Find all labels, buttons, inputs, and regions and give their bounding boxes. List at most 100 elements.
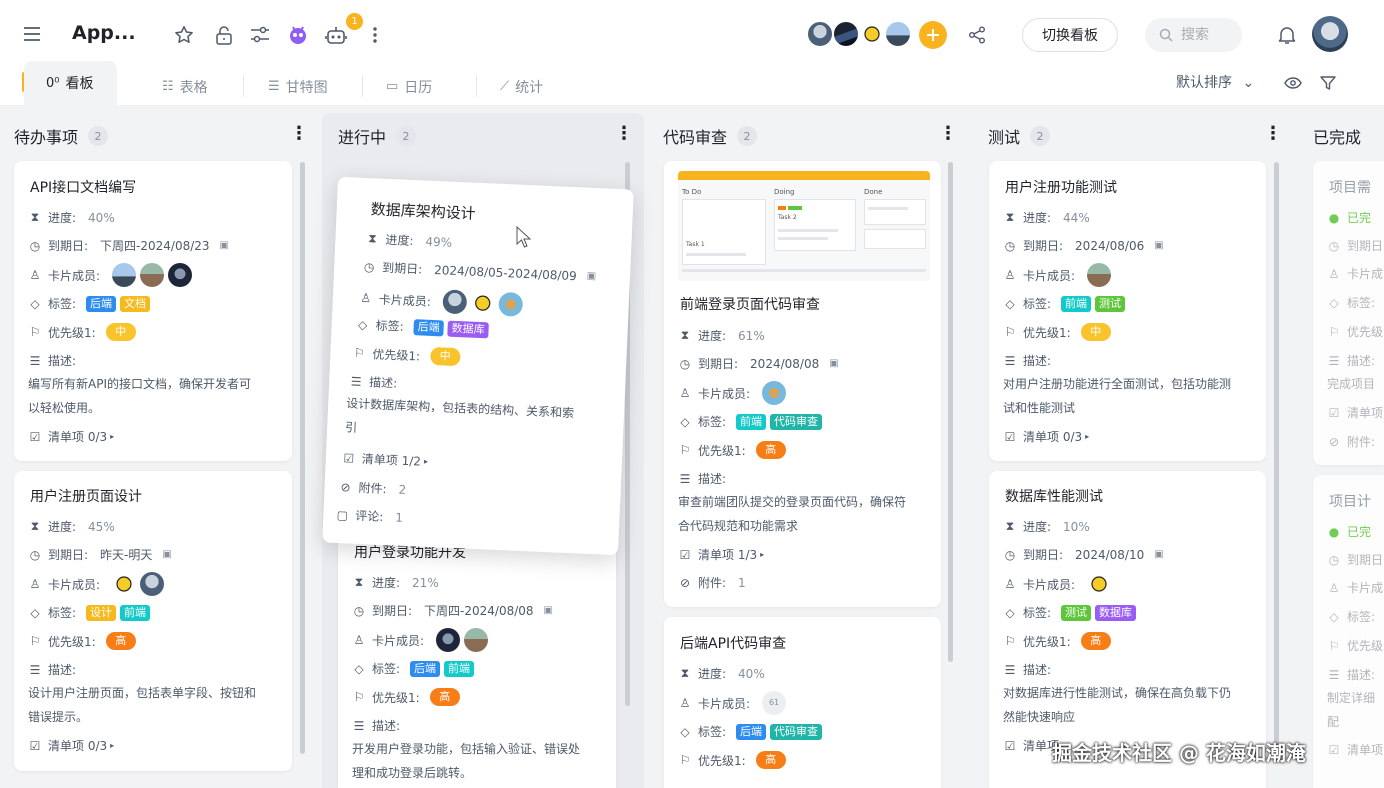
alien-icon[interactable] [285,22,311,48]
user-avatar[interactable] [1312,16,1348,52]
column-scrollbar[interactable] [948,162,953,662]
search-input[interactable] [1181,27,1241,43]
avatar[interactable] [112,572,137,596]
priority-badge[interactable]: 中 [105,323,136,341]
avatar[interactable] [470,290,496,316]
switch-board-button[interactable]: 切换看板 [1022,18,1118,52]
search-box[interactable] [1145,18,1242,52]
tag[interactable]: 前端 [736,413,767,430]
tag[interactable]: 测试 [1061,604,1092,621]
chevron-down-icon: ⌄ [1242,75,1255,91]
avatar[interactable] [832,20,860,48]
filter-icon[interactable] [1318,73,1338,93]
tab-calendar[interactable]: ▭ 日历 [386,68,432,105]
calendar-icon[interactable]: ▣ [162,549,171,560]
tag[interactable]: 代码审查 [770,723,823,740]
share-icon[interactable] [966,24,988,46]
add-member-button[interactable] [919,21,947,49]
eye-icon[interactable] [1283,73,1303,93]
column-more-icon[interactable]: ⋮ [615,125,633,143]
calendar-icon[interactable]: ▣ [587,271,597,282]
calendar-icon[interactable]: ▣ [829,358,838,369]
clock-icon: ◷ [353,603,365,618]
tab-stats[interactable]: ⟋ 统计 [500,68,543,105]
avatar[interactable] [112,263,137,287]
task-card[interactable]: 项目需 ●已完 ◷到期日: ♙卡片成员: ◇标签: ⚐优先级1: ☰描述: 完成… [1313,161,1384,465]
checklist-row[interactable]: ☑ 清单项 [1327,741,1383,758]
robot-icon[interactable] [324,23,348,47]
priority-badge[interactable]: 中 [1080,323,1111,341]
tag[interactable]: 后端 [410,660,441,677]
task-card[interactable]: API接口文档编写 ⧗ 进度: 40% ◷ 到期日: 下周四-2024/08/23 ▣ ♙… [14,161,292,461]
avatar[interactable]: 61 [762,691,787,715]
avatar[interactable] [1087,572,1112,596]
tag[interactable]: 前端 [444,660,475,677]
avatar[interactable] [168,263,193,287]
priority-badge[interactable]: 高 [105,632,136,650]
priority-badge[interactable]: 高 [755,441,786,459]
calendar-icon[interactable]: ▣ [1154,240,1163,251]
star-icon[interactable] [172,23,196,47]
align-left-icon: ☰ [350,373,362,389]
sliders-icon[interactable] [248,23,272,47]
priority-badge[interactable]: 高 [429,688,460,706]
column-more-icon[interactable]: ⋮ [939,125,957,143]
avatar[interactable] [436,628,461,652]
avatar[interactable] [1087,263,1112,287]
card-cover-image[interactable]: To Do Doing Done Task 2 Task 1 [678,171,930,281]
checklist-row[interactable]: ☑ 清单项 1/2 ▸ [342,449,429,470]
task-card[interactable]: To Do Doing Done Task 2 Task 1 前端登录页面代码审… [664,161,941,607]
avatar[interactable] [762,381,787,405]
avatar[interactable] [806,20,834,48]
tag[interactable]: 后端 [86,295,117,312]
task-card[interactable]: 用户登录功能开发 ⧗ 进度: 21% ◷ 到期日: 下周四-2024/08/08 ▣ ♙ 卡… [338,526,616,788]
tag[interactable]: 代码审查 [770,413,823,430]
sort-dropdown[interactable]: 默认排序 ⌄ [1176,72,1254,92]
calendar-icon[interactable]: ▣ [1154,549,1163,560]
tag[interactable]: 数据库 [447,320,489,338]
tag[interactable]: 前端 [120,604,151,621]
dragged-task-card[interactable]: 数据库架构设计 ⧗ 进度: 49% ◷ 到期日: 2024/08/05-2024/08/… [322,176,634,556]
checklist-row[interactable]: ☑ 清单项 0/3 ▸ [28,428,115,445]
menu-icon[interactable] [20,22,44,46]
tab-kanban[interactable]: 0⁰ 看板 [24,61,118,105]
column-more-icon[interactable]: ⋮ [290,125,308,143]
align-left-icon: ☰ [1004,353,1016,368]
tag[interactable]: 后端 [413,318,445,336]
priority-badge[interactable]: 高 [755,751,786,769]
avatar[interactable] [442,289,468,315]
tab-gantt[interactable]: ☰ 甘特图 [268,68,328,105]
tag[interactable]: 前端 [1061,295,1092,312]
task-card[interactable]: 用户注册功能测试 ⧗ 进度: 44% ◷ 到期日: 2024/08/06 ▣ ♙ 卡片成员:… [989,161,1266,461]
unlock-icon[interactable] [212,23,236,47]
task-card[interactable]: 后端API代码审查 ⧗ 进度: 40% ♙ 卡片成员: 61 ◇ 标签: 后端 代码审查 … [664,617,941,788]
tag[interactable]: 设计 [86,604,117,621]
calendar-icon[interactable]: ▣ [220,240,229,251]
column-more-icon[interactable]: ⋮ [1264,125,1282,143]
checklist-row[interactable]: ☑ 清单项 [1327,404,1383,421]
more-vertical-icon[interactable] [366,23,384,47]
avatar[interactable] [464,628,489,652]
task-card[interactable]: 项目计 ●已完 ◷到期日: ♙卡片成员: ◇标签: ⚐优先级1: ☰描述: 制定… [1313,475,1384,788]
checklist-row[interactable]: ☑ 清单项 1/3 ▸ [678,546,765,563]
avatar[interactable] [498,291,524,317]
priority-badge[interactable]: 中 [429,346,461,367]
tag[interactable]: 测试 [1095,295,1126,312]
calendar-icon[interactable]: ▣ [544,605,553,616]
avatar[interactable] [140,263,165,287]
task-card[interactable]: 用户注册页面设计 ⧗ 进度: 45% ◷ 到期日: 昨天-明天 ▣ ♙ 卡片成员: ◇ 标签:… [14,471,292,771]
column-scrollbar[interactable] [300,162,305,754]
tag[interactable]: 数据库 [1095,604,1137,621]
checklist-row[interactable]: ☑ 清单项 0/3 ▸ [28,737,115,754]
avatar[interactable] [140,572,165,596]
priority-badge[interactable]: 高 [1080,632,1111,650]
checklist-row[interactable]: ☑ 清单项 0/3 ▸ [1003,428,1090,445]
avatar[interactable] [858,20,886,48]
tab-table[interactable]: ☷ 表格 [162,68,208,105]
tag[interactable]: 文档 [120,295,151,312]
column-scrollbar[interactable] [1274,162,1279,754]
avatar[interactable] [884,20,912,48]
bell-icon[interactable] [1276,24,1298,46]
checklist-row[interactable]: ☑ 清单项 [1003,737,1059,754]
tag[interactable]: 后端 [736,723,767,740]
